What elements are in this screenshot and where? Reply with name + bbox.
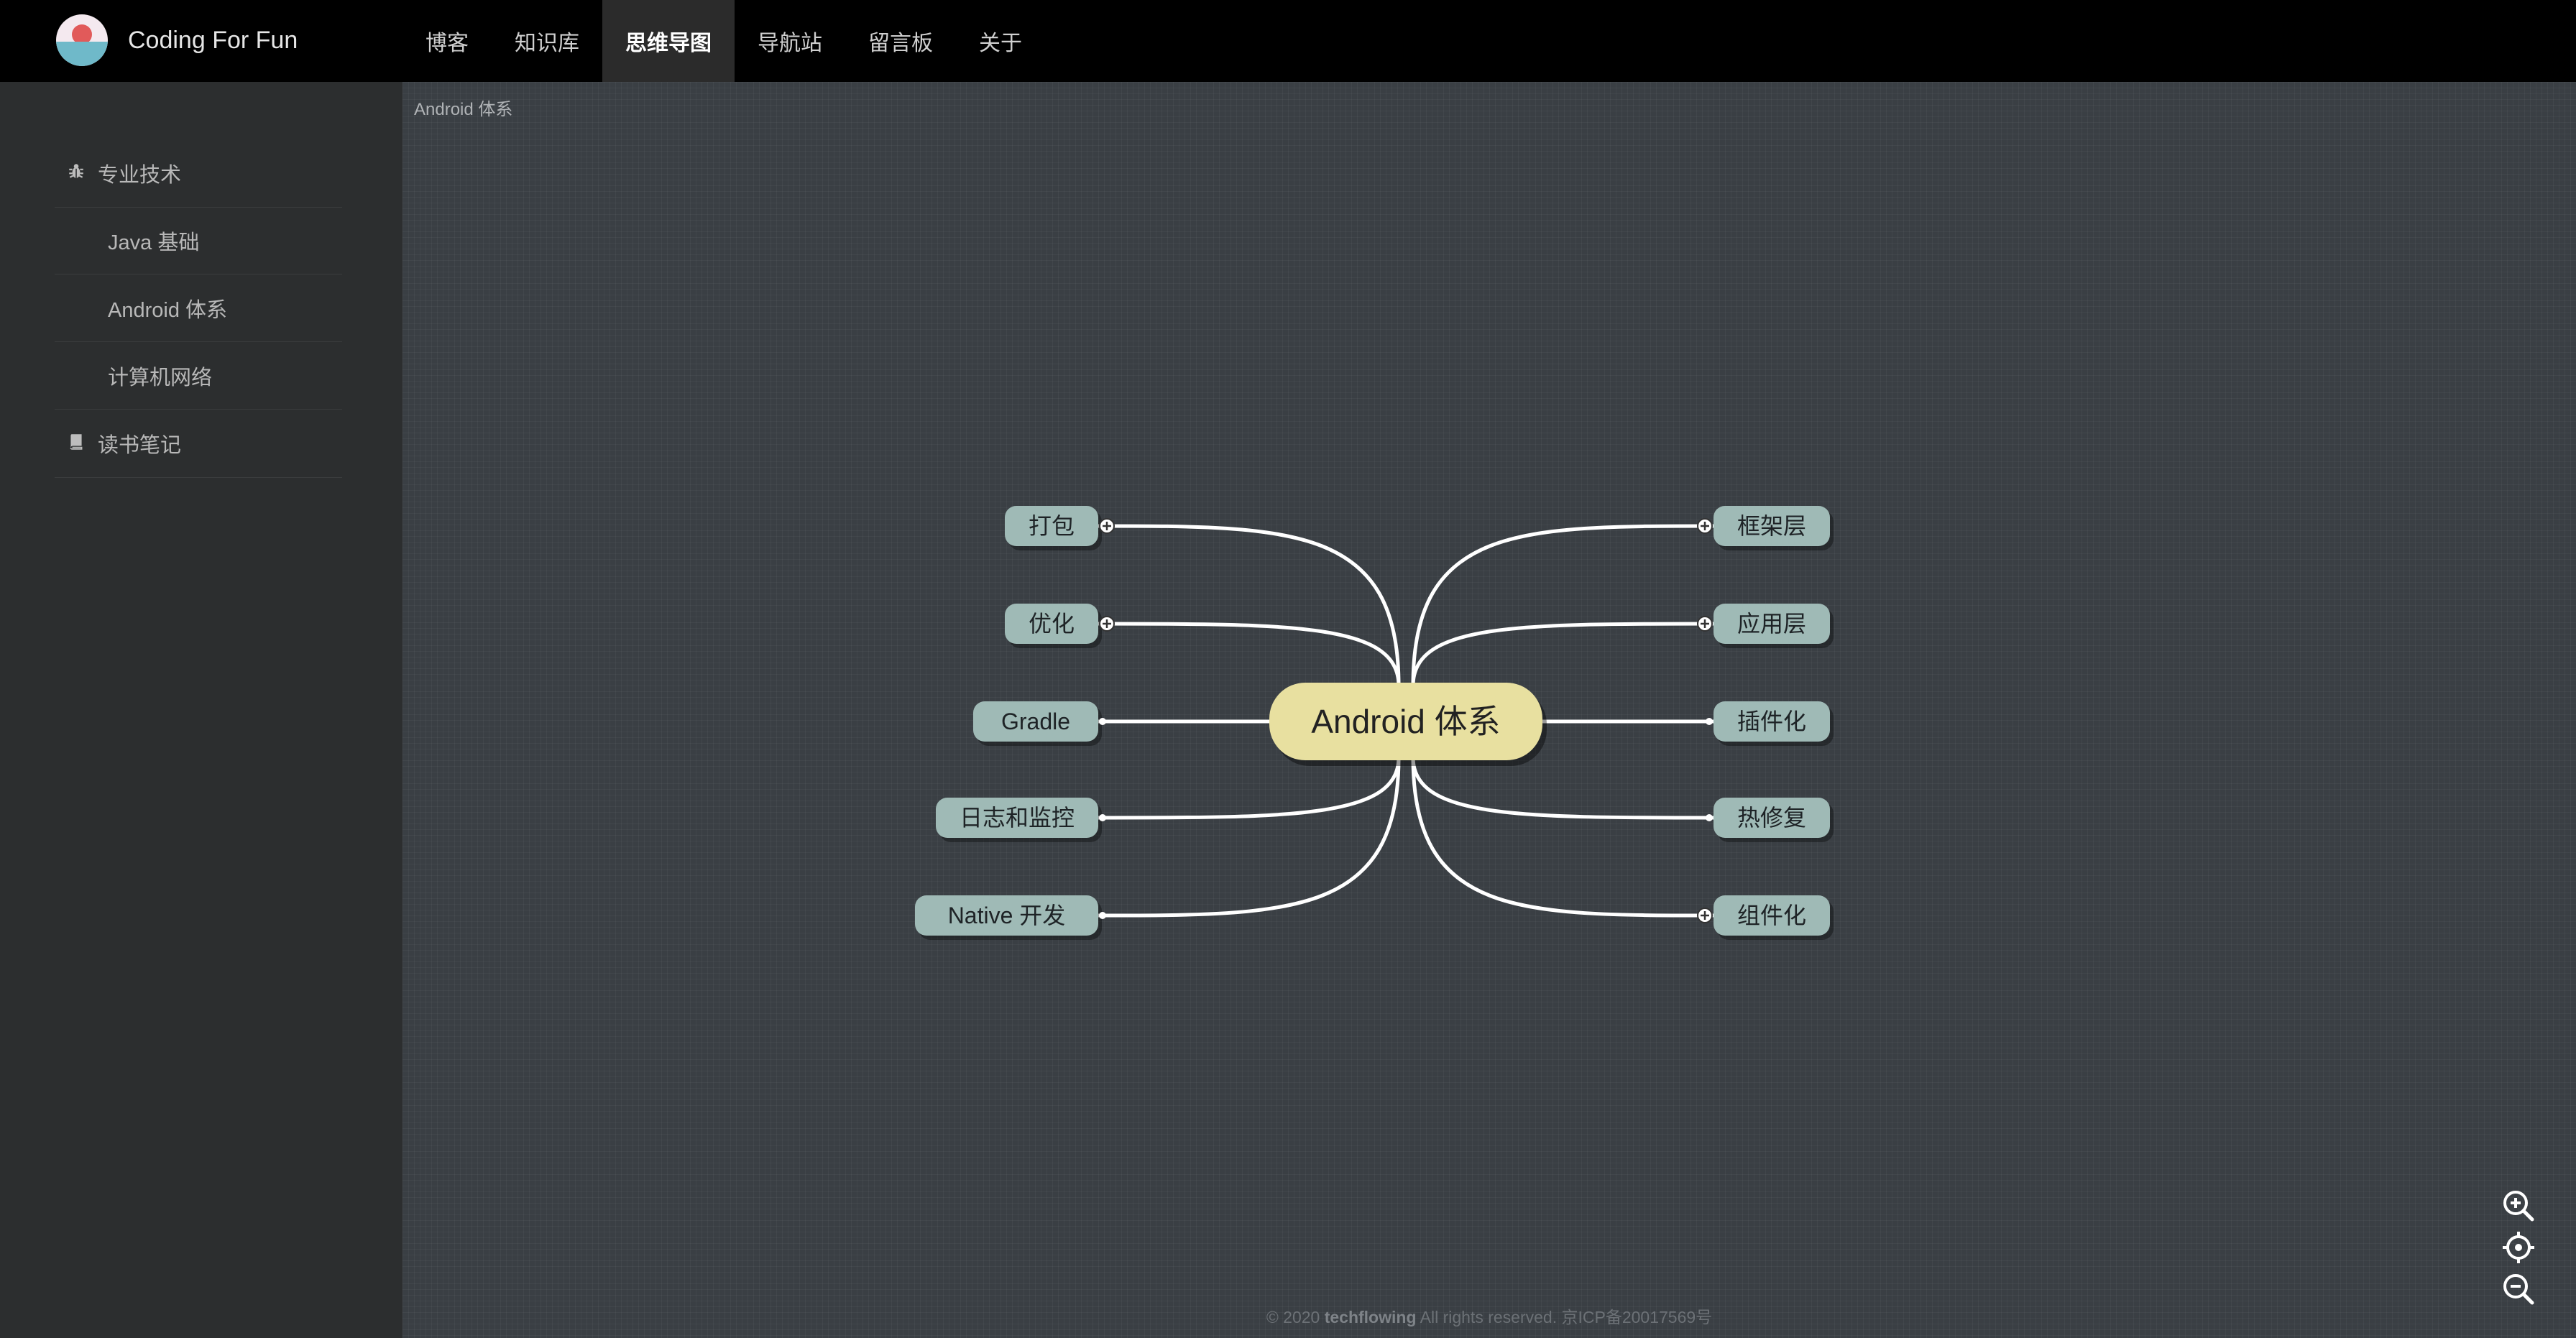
bug-icon [55, 162, 98, 185]
sidebar-item-android[interactable]: Android 体系 [55, 274, 342, 342]
mindmap-node-label: 日志和监控 [960, 805, 1075, 831]
locate-icon[interactable] [2498, 1227, 2539, 1268]
brand[interactable]: Coding For Fun [56, 13, 298, 68]
footer-copyright: © 2020 [1266, 1308, 1320, 1327]
expand-node-button[interactable] [1099, 616, 1115, 632]
link-endpoint [1099, 814, 1106, 821]
main-nav: 博客 知识库 思维导图 导航站 留言板 关于 [402, 0, 1045, 82]
nav-item-knowledge[interactable]: 知识库 [492, 0, 602, 82]
logo-icon [56, 14, 108, 66]
link-endpoint [1099, 718, 1106, 725]
mindmap-link [1098, 622, 1401, 686]
sidebar-item-label: 专业技术 [98, 164, 182, 187]
sidebar-item-label: Android 体系 [108, 298, 228, 322]
sidebar-item-tech[interactable]: 专业技术 [55, 139, 342, 208]
mindmap-node-label: 优化 [1029, 611, 1075, 637]
mindmap-node-label: 插件化 [1737, 709, 1806, 734]
mindmap-node[interactable]: 插件化 [1714, 701, 1834, 746]
sidebar-item-label: Java 基础 [108, 231, 200, 254]
sidebar-item-network[interactable]: 计算机网络 [55, 342, 342, 410]
nav-item-blog[interactable]: 博客 [402, 0, 492, 82]
mindmap-link [1411, 622, 1714, 686]
mindmap-node[interactable]: Gradle [973, 701, 1102, 746]
footer-rights: All rights reserved. [1420, 1308, 1558, 1327]
sidebar-item-java[interactable]: Java 基础 [55, 207, 342, 274]
mindmap-link [1411, 524, 1714, 686]
mindmap-link [1098, 524, 1401, 686]
footer-owner[interactable]: techflowing [1325, 1308, 1417, 1327]
mindmap-node[interactable]: 应用层 [1714, 604, 1834, 648]
mindmap-node-label: Native 开发 [948, 903, 1066, 928]
top-navbar: Coding For Fun 博客 知识库 思维导图 导航站 留言板 关于 [0, 0, 2576, 82]
mindmap-node-label: Gradle [1001, 709, 1070, 734]
mindmap-link [1411, 757, 1714, 918]
sidebar-item-reading[interactable]: 读书笔记 [55, 410, 342, 478]
mindmap-root-node[interactable]: Android 体系 [1269, 683, 1547, 766]
mindmap-node[interactable]: Native 开发 [915, 895, 1102, 940]
mindmap-svg[interactable]: 打包优化Gradle日志和监控Native 开发框架层应用层插件化热修复组件化A… [402, 82, 2576, 1338]
brand-name: Coding For Fun [128, 26, 298, 54]
nav-item-about[interactable]: 关于 [956, 0, 1045, 82]
sidebar-item-label: 读书笔记 [98, 434, 182, 457]
mindmap-node-label: 组件化 [1737, 903, 1806, 928]
expand-node-button[interactable] [1099, 518, 1115, 534]
mindmap-node-label: 打包 [1029, 513, 1075, 539]
expand-node-button[interactable] [1697, 518, 1713, 534]
mindmap-node[interactable]: 打包 [1005, 506, 1102, 550]
mindmap-node-label: 框架层 [1737, 513, 1806, 539]
expand-node-button[interactable] [1697, 616, 1713, 632]
zoom-in-icon[interactable] [2498, 1186, 2539, 1226]
mindmap-link [1411, 757, 1714, 820]
nav-item-navigation[interactable]: 导航站 [735, 0, 845, 82]
sidebar-item-label: 计算机网络 [108, 366, 213, 389]
mindmap-link [1098, 757, 1401, 820]
expand-node-button[interactable] [1697, 908, 1713, 923]
mindmap-canvas[interactable]: Android 体系 打包优化 Gradle 日志和监控 Native 开发 框架层应用… [402, 82, 2576, 1338]
mindmap-node[interactable]: 日志和监控 [936, 798, 1102, 842]
mindmap-node[interactable]: 组件化 [1714, 895, 1834, 940]
footer: © 2020 techflowing All rights reserved. … [402, 1304, 2576, 1328]
mindmap-node[interactable]: 热修复 [1714, 798, 1834, 842]
nav-item-mindmap[interactable]: 思维导图 [602, 0, 735, 82]
mindmap-node-label: 热修复 [1737, 805, 1806, 831]
mindmap-root-label: Android 体系 [1311, 703, 1500, 740]
nav-item-guestbook[interactable]: 留言板 [845, 0, 956, 82]
mindmap-link [1098, 757, 1401, 918]
mindmap-node-label: 应用层 [1737, 611, 1806, 637]
footer-icp[interactable]: 京ICP备20017569号 [1561, 1308, 1712, 1327]
link-endpoint [1706, 814, 1713, 821]
sidebar: 专业技术 Java 基础 Android 体系 计算机网络 读书笔记 [0, 82, 402, 1338]
mindmap-node[interactable]: 框架层 [1714, 506, 1834, 550]
link-endpoint [1099, 912, 1106, 919]
book-icon [55, 432, 98, 456]
link-endpoint [1706, 718, 1713, 725]
mindmap-node[interactable]: 优化 [1005, 604, 1102, 648]
